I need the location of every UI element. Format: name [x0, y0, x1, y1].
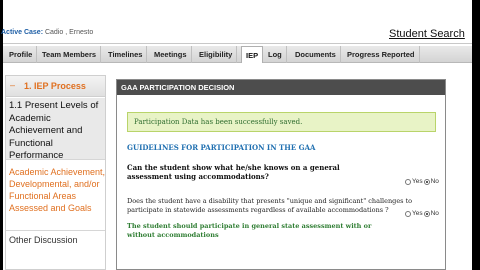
right-frame-bar [472, 0, 480, 270]
minus-icon[interactable]: – [10, 80, 15, 90]
tab-bar: Profile Team Members Timelines Meetings … [3, 46, 472, 63]
q1-no-radio[interactable] [423, 178, 430, 185]
tab-log[interactable]: Log [264, 46, 287, 63]
tab-progress-reported[interactable]: Progress Reported [343, 46, 420, 63]
tab-meetings[interactable]: Meetings [150, 46, 192, 63]
tab-timelines[interactable]: Timelines [104, 46, 148, 63]
nav-item-academic-achievement[interactable]: Academic Achievement, Developmental, and… [9, 166, 106, 214]
q1-yes-label: Yes [412, 178, 423, 185]
panel-title: GAA PARTICIPATION DECISION [121, 83, 235, 92]
nav-divider [6, 230, 105, 231]
success-message: Participation Data has been successfully… [134, 118, 303, 126]
q1-no-label: No [430, 178, 439, 185]
question-2-radios: Yes No [405, 210, 439, 217]
nav-section-header[interactable]: – 1. IEP Process [6, 76, 105, 97]
question-1: Can the student show what he/she knows o… [127, 163, 340, 181]
active-case: Active Case: Cadio , Ernesto [1, 29, 93, 36]
gaa-panel: GAA PARTICIPATION DECISION Participation… [116, 79, 446, 270]
page: Active Case: Cadio , Ernesto Student Sea… [0, 0, 480, 270]
q1-yes-radio[interactable] [405, 178, 411, 185]
left-navigation: – 1. IEP Process 1.1 Present Levels of A… [5, 75, 106, 270]
question-2: Does the student have a disability that … [127, 197, 413, 214]
nav-item-other-discussion[interactable]: Other Discussion [9, 234, 106, 246]
participation-result: The student should participate in genera… [127, 222, 372, 239]
tab-documents[interactable]: Documents [291, 46, 341, 63]
tab-profile[interactable]: Profile [5, 46, 38, 63]
q2-no-label: No [430, 210, 439, 217]
student-search-link[interactable]: Student Search [389, 28, 465, 40]
tab-iep[interactable]: IEP [241, 46, 264, 63]
nav-item-present-levels[interactable]: 1.1 Present Levels of Academic Achieveme… [6, 98, 105, 161]
active-case-label: Active Case: [1, 29, 44, 36]
guidelines-title: GUIDELINES FOR PARTICIPATION IN THE GAA [127, 143, 316, 152]
active-case-name: Cadio , Ernesto [44, 29, 94, 36]
q2-yes-label: Yes [412, 210, 423, 217]
nav-section-title: 1. IEP Process [24, 81, 86, 91]
panel-header: GAA PARTICIPATION DECISION [117, 80, 445, 95]
q2-no-radio[interactable] [423, 210, 430, 217]
q2-yes-radio[interactable] [405, 210, 411, 217]
tab-eligibility[interactable]: Eligibility [195, 46, 238, 63]
nav-item-present-levels-label: 1.1 Present Levels of Academic Achieveme… [9, 100, 99, 161]
success-message-box: Participation Data has been successfully… [127, 112, 436, 132]
tab-team-members[interactable]: Team Members [38, 46, 102, 63]
question-1-radios: Yes No [405, 178, 439, 185]
